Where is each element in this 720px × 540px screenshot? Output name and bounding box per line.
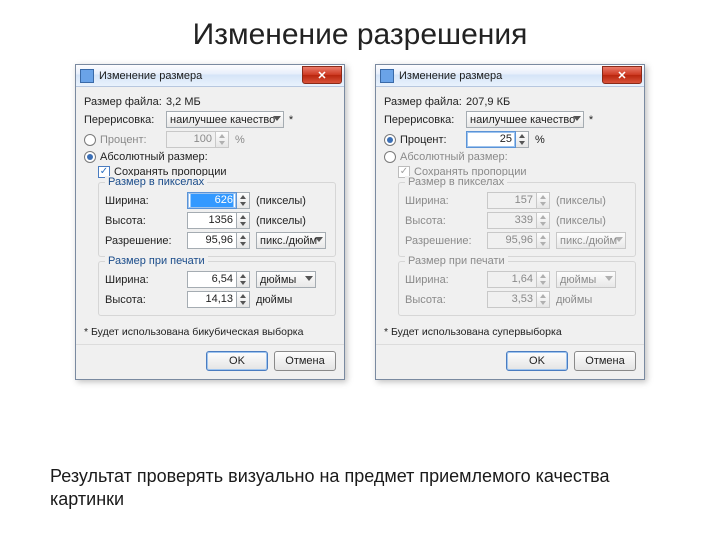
print-height-field[interactable]: 14,13 bbox=[187, 291, 237, 308]
group-pixels-title: Размер в пикселах bbox=[405, 176, 507, 188]
percent-field[interactable]: 25 bbox=[466, 131, 516, 148]
window-title: Изменение размера bbox=[99, 70, 202, 82]
print-height-label: Высота: bbox=[105, 294, 187, 306]
print-width-field[interactable]: 6,54 bbox=[187, 271, 237, 288]
cancel-button[interactable]: Отмена bbox=[274, 351, 336, 371]
chevron-down-icon bbox=[615, 237, 623, 242]
pixel-width-spin[interactable] bbox=[237, 192, 250, 209]
percent-field[interactable]: 100 bbox=[166, 131, 216, 148]
chevron-down-icon bbox=[273, 116, 281, 121]
print-height-field[interactable]: 3,53 bbox=[487, 291, 537, 308]
pixel-width-spin[interactable] bbox=[537, 192, 550, 209]
print-height-unit: дюймы bbox=[256, 294, 292, 306]
print-unit: дюймы bbox=[260, 274, 296, 286]
resolution-field[interactable]: 95,96 bbox=[487, 232, 537, 249]
footnote: * Будет использована супервыборка bbox=[376, 324, 644, 344]
pixel-height-field[interactable]: 339 bbox=[487, 212, 537, 229]
resample-label: Перерисовка: bbox=[384, 114, 466, 126]
absolute-radio[interactable] bbox=[384, 151, 396, 163]
pixel-height-spin[interactable] bbox=[237, 212, 250, 229]
resolution-unit: пикс./дюйм bbox=[260, 235, 317, 247]
footnote: * Будет использована бикубическая выборк… bbox=[76, 324, 344, 344]
height-unit: (пикселы) bbox=[256, 215, 306, 227]
resolution-spin[interactable] bbox=[237, 232, 250, 249]
resolution-label: Разрешение: bbox=[405, 235, 487, 247]
print-width-field[interactable]: 1,64 bbox=[487, 271, 537, 288]
group-pixels-title: Размер в пикселах bbox=[105, 176, 207, 188]
pixel-height-field[interactable]: 1356 bbox=[187, 212, 237, 229]
print-width-unit-combo[interactable]: дюймы bbox=[256, 271, 316, 288]
print-width-unit-combo[interactable]: дюймы bbox=[556, 271, 616, 288]
resolution-field[interactable]: 95,96 bbox=[187, 232, 237, 249]
chevron-down-icon bbox=[305, 276, 313, 281]
resample-label: Перерисовка: bbox=[84, 114, 166, 126]
absolute-label: Абсолютный размер: bbox=[400, 151, 508, 163]
chevron-down-icon bbox=[573, 116, 581, 121]
resize-dialog-right: Изменение размера ✕ Размер файла: 207,9 … bbox=[375, 64, 645, 380]
percent-unit: % bbox=[235, 134, 245, 146]
group-print-title: Размер при печати bbox=[105, 255, 208, 267]
pixel-width-field[interactable]: 626 bbox=[187, 192, 237, 209]
close-button[interactable]: ✕ bbox=[602, 66, 642, 84]
print-width-label: Ширина: bbox=[405, 274, 487, 286]
print-height-label: Высота: bbox=[405, 294, 487, 306]
width-unit: (пикселы) bbox=[556, 195, 606, 207]
cancel-button[interactable]: Отмена bbox=[574, 351, 636, 371]
height-label: Высота: bbox=[405, 215, 487, 227]
resample-value: наилучшее качество bbox=[470, 114, 575, 126]
resolution-unit-combo[interactable]: пикс./дюйм bbox=[256, 232, 326, 249]
pixel-height-spin[interactable] bbox=[537, 212, 550, 229]
close-button[interactable]: ✕ bbox=[302, 66, 342, 84]
percent-unit: % bbox=[535, 134, 545, 146]
absolute-label: Абсолютный размер: bbox=[100, 151, 208, 163]
resolution-unit: пикс./дюйм bbox=[560, 235, 617, 247]
width-unit: (пикселы) bbox=[256, 195, 306, 207]
percent-spin[interactable] bbox=[216, 131, 229, 148]
file-size-value: 3,2 МБ bbox=[166, 96, 201, 108]
window-title: Изменение размера bbox=[399, 70, 502, 82]
slide-caption: Результат проверять визуально на предмет… bbox=[50, 465, 670, 510]
group-print-title: Размер при печати bbox=[405, 255, 508, 267]
absolute-radio[interactable] bbox=[84, 151, 96, 163]
resize-dialog-left: Изменение размера ✕ Размер файла: 3,2 МБ… bbox=[75, 64, 345, 380]
print-height-unit: дюймы bbox=[556, 294, 592, 306]
footnote-marker: * bbox=[287, 114, 295, 126]
resample-value: наилучшее качество bbox=[170, 114, 275, 126]
print-height-spin[interactable] bbox=[237, 291, 250, 308]
percent-label: Процент: bbox=[100, 134, 166, 146]
height-label: Высота: bbox=[105, 215, 187, 227]
pixel-width-field[interactable]: 157 bbox=[487, 192, 537, 209]
percent-radio[interactable] bbox=[384, 134, 396, 146]
resolution-label: Разрешение: bbox=[105, 235, 187, 247]
chevron-down-icon bbox=[315, 237, 323, 242]
app-icon bbox=[80, 69, 94, 83]
print-width-spin[interactable] bbox=[537, 271, 550, 288]
file-size-label: Размер файла: bbox=[384, 96, 466, 108]
app-icon bbox=[380, 69, 394, 83]
print-width-label: Ширина: bbox=[105, 274, 187, 286]
resample-combo[interactable]: наилучшее качество bbox=[466, 111, 584, 128]
file-size-label: Размер файла: bbox=[84, 96, 166, 108]
percent-spin[interactable] bbox=[516, 131, 529, 148]
slide-title: Изменение разрешения bbox=[0, 0, 720, 64]
resolution-spin[interactable] bbox=[537, 232, 550, 249]
ok-button[interactable]: OK bbox=[206, 351, 268, 371]
width-label: Ширина: bbox=[405, 195, 487, 207]
ok-button[interactable]: OK bbox=[506, 351, 568, 371]
print-unit: дюймы bbox=[560, 274, 596, 286]
titlebar[interactable]: Изменение размера ✕ bbox=[376, 65, 644, 87]
height-unit: (пикселы) bbox=[556, 215, 606, 227]
file-size-value: 207,9 КБ bbox=[466, 96, 510, 108]
footnote-marker: * bbox=[587, 114, 595, 126]
percent-radio[interactable] bbox=[84, 134, 96, 146]
width-label: Ширина: bbox=[105, 195, 187, 207]
resolution-unit-combo[interactable]: пикс./дюйм bbox=[556, 232, 626, 249]
resample-combo[interactable]: наилучшее качество bbox=[166, 111, 284, 128]
print-width-spin[interactable] bbox=[237, 271, 250, 288]
print-height-spin[interactable] bbox=[537, 291, 550, 308]
percent-label: Процент: bbox=[400, 134, 466, 146]
titlebar[interactable]: Изменение размера ✕ bbox=[76, 65, 344, 87]
chevron-down-icon bbox=[605, 276, 613, 281]
